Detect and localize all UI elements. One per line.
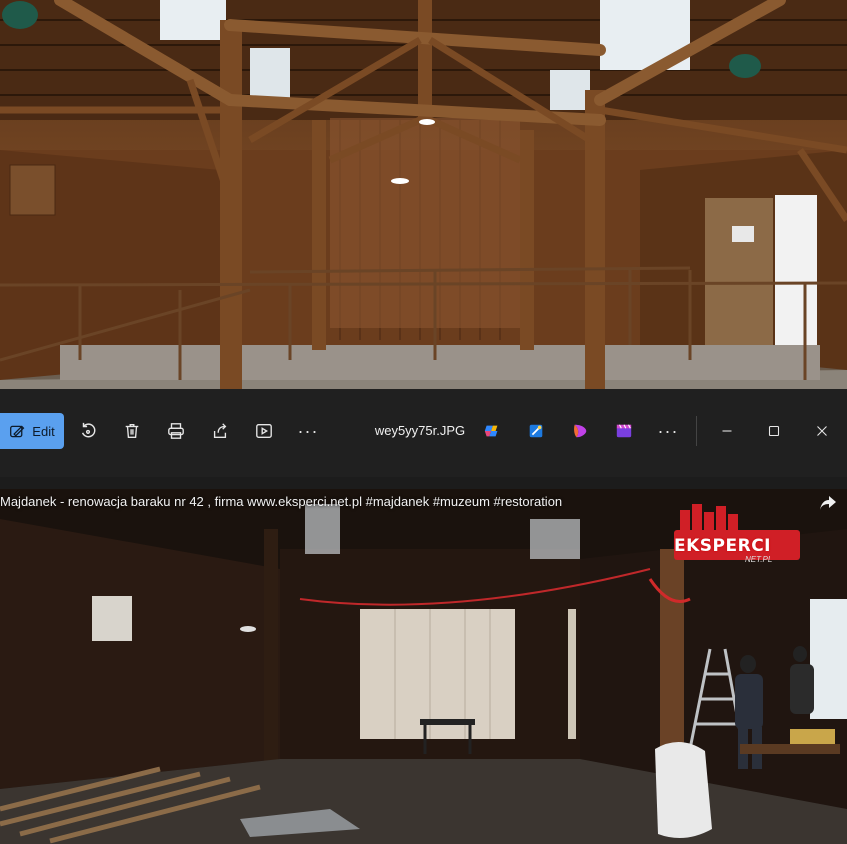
- video-editor-button[interactable]: [606, 413, 642, 449]
- copilot-button[interactable]: [474, 413, 510, 449]
- copilot-icon: [483, 422, 501, 440]
- minimize-button[interactable]: [709, 413, 745, 449]
- slideshow-icon: [255, 422, 273, 440]
- more-apps-icon: ···: [657, 421, 679, 441]
- designer-icon: [527, 422, 545, 440]
- toolbar-divider: [696, 416, 697, 446]
- clipchamp-button[interactable]: [562, 413, 598, 449]
- maximize-button[interactable]: [756, 413, 792, 449]
- slideshow-button[interactable]: [246, 413, 282, 449]
- maximize-icon: [765, 422, 783, 440]
- print-button[interactable]: [158, 413, 194, 449]
- logo-text: EKSPERCI: [674, 536, 771, 556]
- edit-label: Edit: [32, 423, 55, 439]
- more-options-button[interactable]: ···: [290, 413, 326, 449]
- share-arrow-icon[interactable]: [819, 495, 837, 511]
- designer-button[interactable]: [518, 413, 554, 449]
- close-icon: [813, 422, 831, 440]
- print-icon: [167, 422, 185, 440]
- top-photo: [0, 0, 847, 389]
- file-name: wey5yy75r.JPG: [374, 423, 466, 438]
- barrack-interior-image: [0, 0, 847, 389]
- logo-subtext: NET.PL: [745, 555, 773, 564]
- rotate-icon: [79, 422, 97, 440]
- video-editor-icon: [615, 422, 633, 440]
- delete-button[interactable]: [114, 413, 150, 449]
- clipchamp-icon: [571, 422, 589, 440]
- video-title: Majdanek - renowacja baraku nr 42 , firm…: [0, 494, 563, 509]
- share-icon: [211, 422, 229, 440]
- rotate-button[interactable]: [70, 413, 106, 449]
- share-button[interactable]: [202, 413, 238, 449]
- edit-button[interactable]: Edit: [0, 413, 64, 449]
- more-apps-button[interactable]: ···: [650, 413, 686, 449]
- minimize-icon: [718, 422, 736, 440]
- close-button[interactable]: [804, 413, 840, 449]
- edit-image-icon: [9, 423, 26, 440]
- photo-viewer-toolbar: Edit ··· wey5yy75r.JPG ···: [0, 389, 847, 477]
- more-icon: ···: [297, 421, 319, 441]
- eksperci-logo: [674, 504, 800, 560]
- delete-icon: [123, 422, 141, 440]
